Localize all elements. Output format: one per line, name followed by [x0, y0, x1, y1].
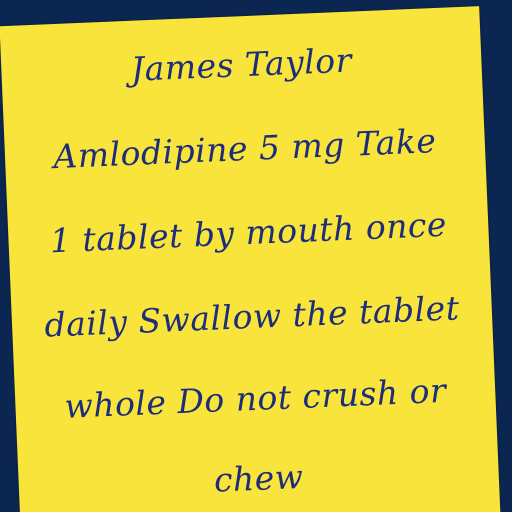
- instruction-line-5: chew: [213, 456, 305, 500]
- sticky-note: James Taylor Amlodipine 5 mg Take 1 tabl…: [0, 6, 501, 512]
- instruction-line-3: daily Swallow the tablet: [43, 288, 461, 345]
- instruction-line-2: 1 tablet by mouth once: [49, 204, 448, 261]
- instruction-line-1: Amlodipine 5 mg Take: [52, 121, 438, 177]
- patient-name: James Taylor: [130, 40, 353, 89]
- instruction-line-4: whole Do not crush or: [63, 370, 447, 426]
